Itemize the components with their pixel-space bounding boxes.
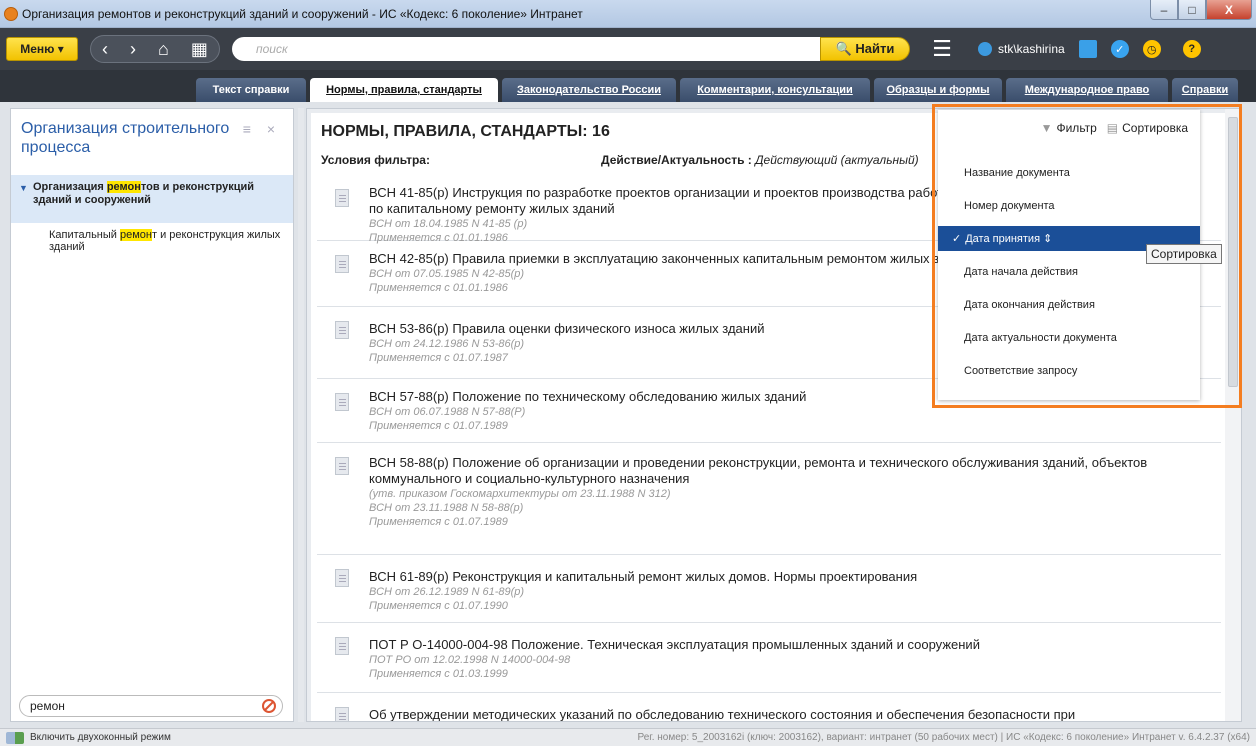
list-item[interactable]: Об утверждении методических указаний по … [317, 693, 1221, 721]
tab-international[interactable]: Международное право [1006, 78, 1168, 102]
document-title[interactable]: ВСН 61-89(р) Реконструкция и капитальный… [369, 569, 1221, 585]
action-label: Действие/Актуальность : [601, 153, 756, 167]
registration-info: Рег. номер: 5_2003162i (ключ: 2003162), … [637, 732, 1251, 743]
navigation-group: ‹ › ⌂ ▦ [90, 35, 220, 63]
dual-window-icon[interactable] [6, 731, 24, 744]
sort-option-label: Дата принятия ⇕ [965, 233, 1053, 245]
panel-splitter[interactable] [298, 108, 304, 722]
tree-item-text: Капитальный [49, 229, 120, 241]
menu-button[interactable]: Меню ▾ [6, 37, 78, 61]
check-icon: ✓ [952, 233, 962, 245]
panel-search-input[interactable]: ремон [19, 695, 283, 717]
status-bar: Включить двухоконный режим Рег. номер: 5… [0, 728, 1256, 746]
help-icon[interactable]: ? [1182, 40, 1201, 58]
sort-option-actuality-date[interactable]: Дата актуальности документа [938, 325, 1200, 350]
apps-grid-icon[interactable]: ▦ [191, 39, 208, 60]
home-icon[interactable]: ⌂ [158, 39, 169, 60]
document-title[interactable]: ВСН 42-85(р) Правила приемки в эксплуата… [369, 251, 939, 267]
document-meta: Применяется с 01.07.1990 [369, 600, 508, 612]
document-meta: ВСН от 23.11.1988 N 58-88(р) [369, 502, 524, 514]
action-value: Действующий (актуальный) [755, 153, 919, 167]
sort-option-relevance[interactable]: Соответствие запросу [938, 358, 1200, 383]
sort-option-end-date[interactable]: Дата окончания действия [938, 292, 1200, 317]
document-icon [335, 637, 349, 655]
document-title[interactable]: ПОТ Р О-14000-004-98 Положение. Техничес… [369, 637, 1221, 653]
filter-button[interactable]: Фильтр [1056, 121, 1096, 135]
user-area[interactable]: stk\kashirina [978, 42, 1065, 56]
document-meta: ВСН от 26.12.1989 N 61-89(р) [369, 586, 525, 598]
tree-item-main[interactable]: ▼ Организация ремонтов и реконструкций з… [11, 175, 293, 223]
minimize-button[interactable]: – [1150, 0, 1178, 20]
hamburger-menu-icon[interactable]: ☰ [930, 36, 954, 62]
list-item[interactable]: ВСН 58-88(р) Положение об организации и … [317, 443, 1221, 555]
document-icon [335, 707, 349, 721]
left-panel-title: Организация строительного процесса [21, 120, 230, 156]
expand-arrow-icon[interactable]: ▼ [19, 182, 28, 195]
document-title[interactable]: ВСН 58-88(р) Положение об организации и … [369, 455, 1199, 487]
document-icon [335, 189, 349, 207]
action-filter: Действие/Актуальность : Действующий (акт… [601, 153, 919, 167]
search-highlight: ремон [120, 229, 152, 241]
user-icon [978, 42, 992, 56]
clear-search-icon[interactable] [262, 699, 276, 713]
search-input[interactable]: поиск [232, 37, 820, 61]
sort-icon: ▤ [1106, 121, 1119, 135]
document-icon [335, 457, 349, 475]
sort-option-title[interactable]: Название документа [938, 160, 1200, 185]
window-controls: – □ X [1150, 0, 1252, 20]
document-icon [335, 393, 349, 411]
timer-icon[interactable]: ◷ [1142, 40, 1161, 58]
sort-tooltip: Сортировка [1146, 244, 1222, 264]
tree-item-text: Организация [33, 181, 107, 193]
tab-help-text[interactable]: Текст справки [196, 78, 306, 102]
list-item[interactable]: ПОТ Р О-14000-004-98 Положение. Техничес… [317, 623, 1221, 693]
document-meta: Применяется с 01.07.1989 [369, 516, 508, 528]
find-button[interactable]: 🔍 Найти [820, 37, 910, 61]
tab-legislation[interactable]: Законодательство России [502, 78, 676, 102]
scrollbar[interactable] [1225, 109, 1241, 721]
toolbar: Меню ▾ ‹ › ⌂ ▦ поиск 🔍 Найти ☰ stk\kashi… [0, 28, 1256, 70]
document-title[interactable]: Об утверждении методических указаний по … [369, 707, 1189, 721]
dual-window-toggle[interactable]: Включить двухоконный режим [30, 732, 171, 743]
document-icon [335, 321, 349, 339]
panel-search-value: ремон [30, 699, 65, 713]
tab-bar: Текст справки Нормы, правила, стандарты … [0, 70, 1256, 102]
filter-icon: ▼ [1040, 121, 1053, 135]
maximize-button[interactable]: □ [1178, 0, 1206, 20]
tab-norms[interactable]: Нормы, правила, стандарты [310, 78, 498, 102]
document-meta: ПОТ РО от 12.02.1998 N 14000-004-98 [369, 654, 571, 666]
document-meta: Применяется с 01.07.1989 [369, 420, 508, 432]
tab-samples[interactable]: Образцы и формы [874, 78, 1002, 102]
document-meta: (утв. приказом Госкомархитектуры от 23.1… [369, 488, 671, 500]
tab-references[interactable]: Справки [1172, 78, 1238, 102]
tab-comments[interactable]: Комментарии, консультации [680, 78, 870, 102]
search-highlight: ремон [106, 181, 141, 193]
settings-icon[interactable]: ✓ [1110, 40, 1129, 58]
title-bar: Организация ремонтов и реконструкций зда… [0, 0, 1256, 28]
sort-button[interactable]: Сортировка [1122, 121, 1188, 135]
left-panel-controls[interactable]: ≡ × [243, 121, 281, 137]
sort-option-number[interactable]: Номер документа [938, 193, 1200, 218]
tree-item-sub[interactable]: Капитальный ремонт и реконструкция жилых… [49, 229, 285, 253]
document-title[interactable]: ВСН 41-85(р) Инструкция по разработке пр… [369, 185, 949, 217]
window-title: Организация ремонтов и реконструкций зда… [22, 6, 583, 21]
document-meta: Применяется с 01.03.1999 [369, 668, 508, 680]
user-name: stk\kashirina [998, 42, 1065, 56]
document-icon [335, 569, 349, 587]
document-meta: ВСН от 06.07.1988 N 57-88(Р) [369, 406, 526, 418]
folder-icon[interactable] [1078, 40, 1097, 58]
dropdown-header: ▼ Фильтр ▤ Сортировка [938, 110, 1200, 146]
close-button[interactable]: X [1206, 0, 1252, 20]
scroll-thumb[interactable] [1228, 117, 1238, 387]
forward-icon[interactable]: › [130, 39, 136, 60]
document-icon [335, 255, 349, 273]
back-icon[interactable]: ‹ [102, 39, 108, 60]
filter-label: Условия фильтра: [321, 153, 430, 167]
app-logo-icon [4, 6, 18, 21]
list-item[interactable]: ВСН 61-89(р) Реконструкция и капитальный… [317, 555, 1221, 623]
left-panel: Организация строительного процесса ≡ × ▼… [10, 108, 294, 722]
